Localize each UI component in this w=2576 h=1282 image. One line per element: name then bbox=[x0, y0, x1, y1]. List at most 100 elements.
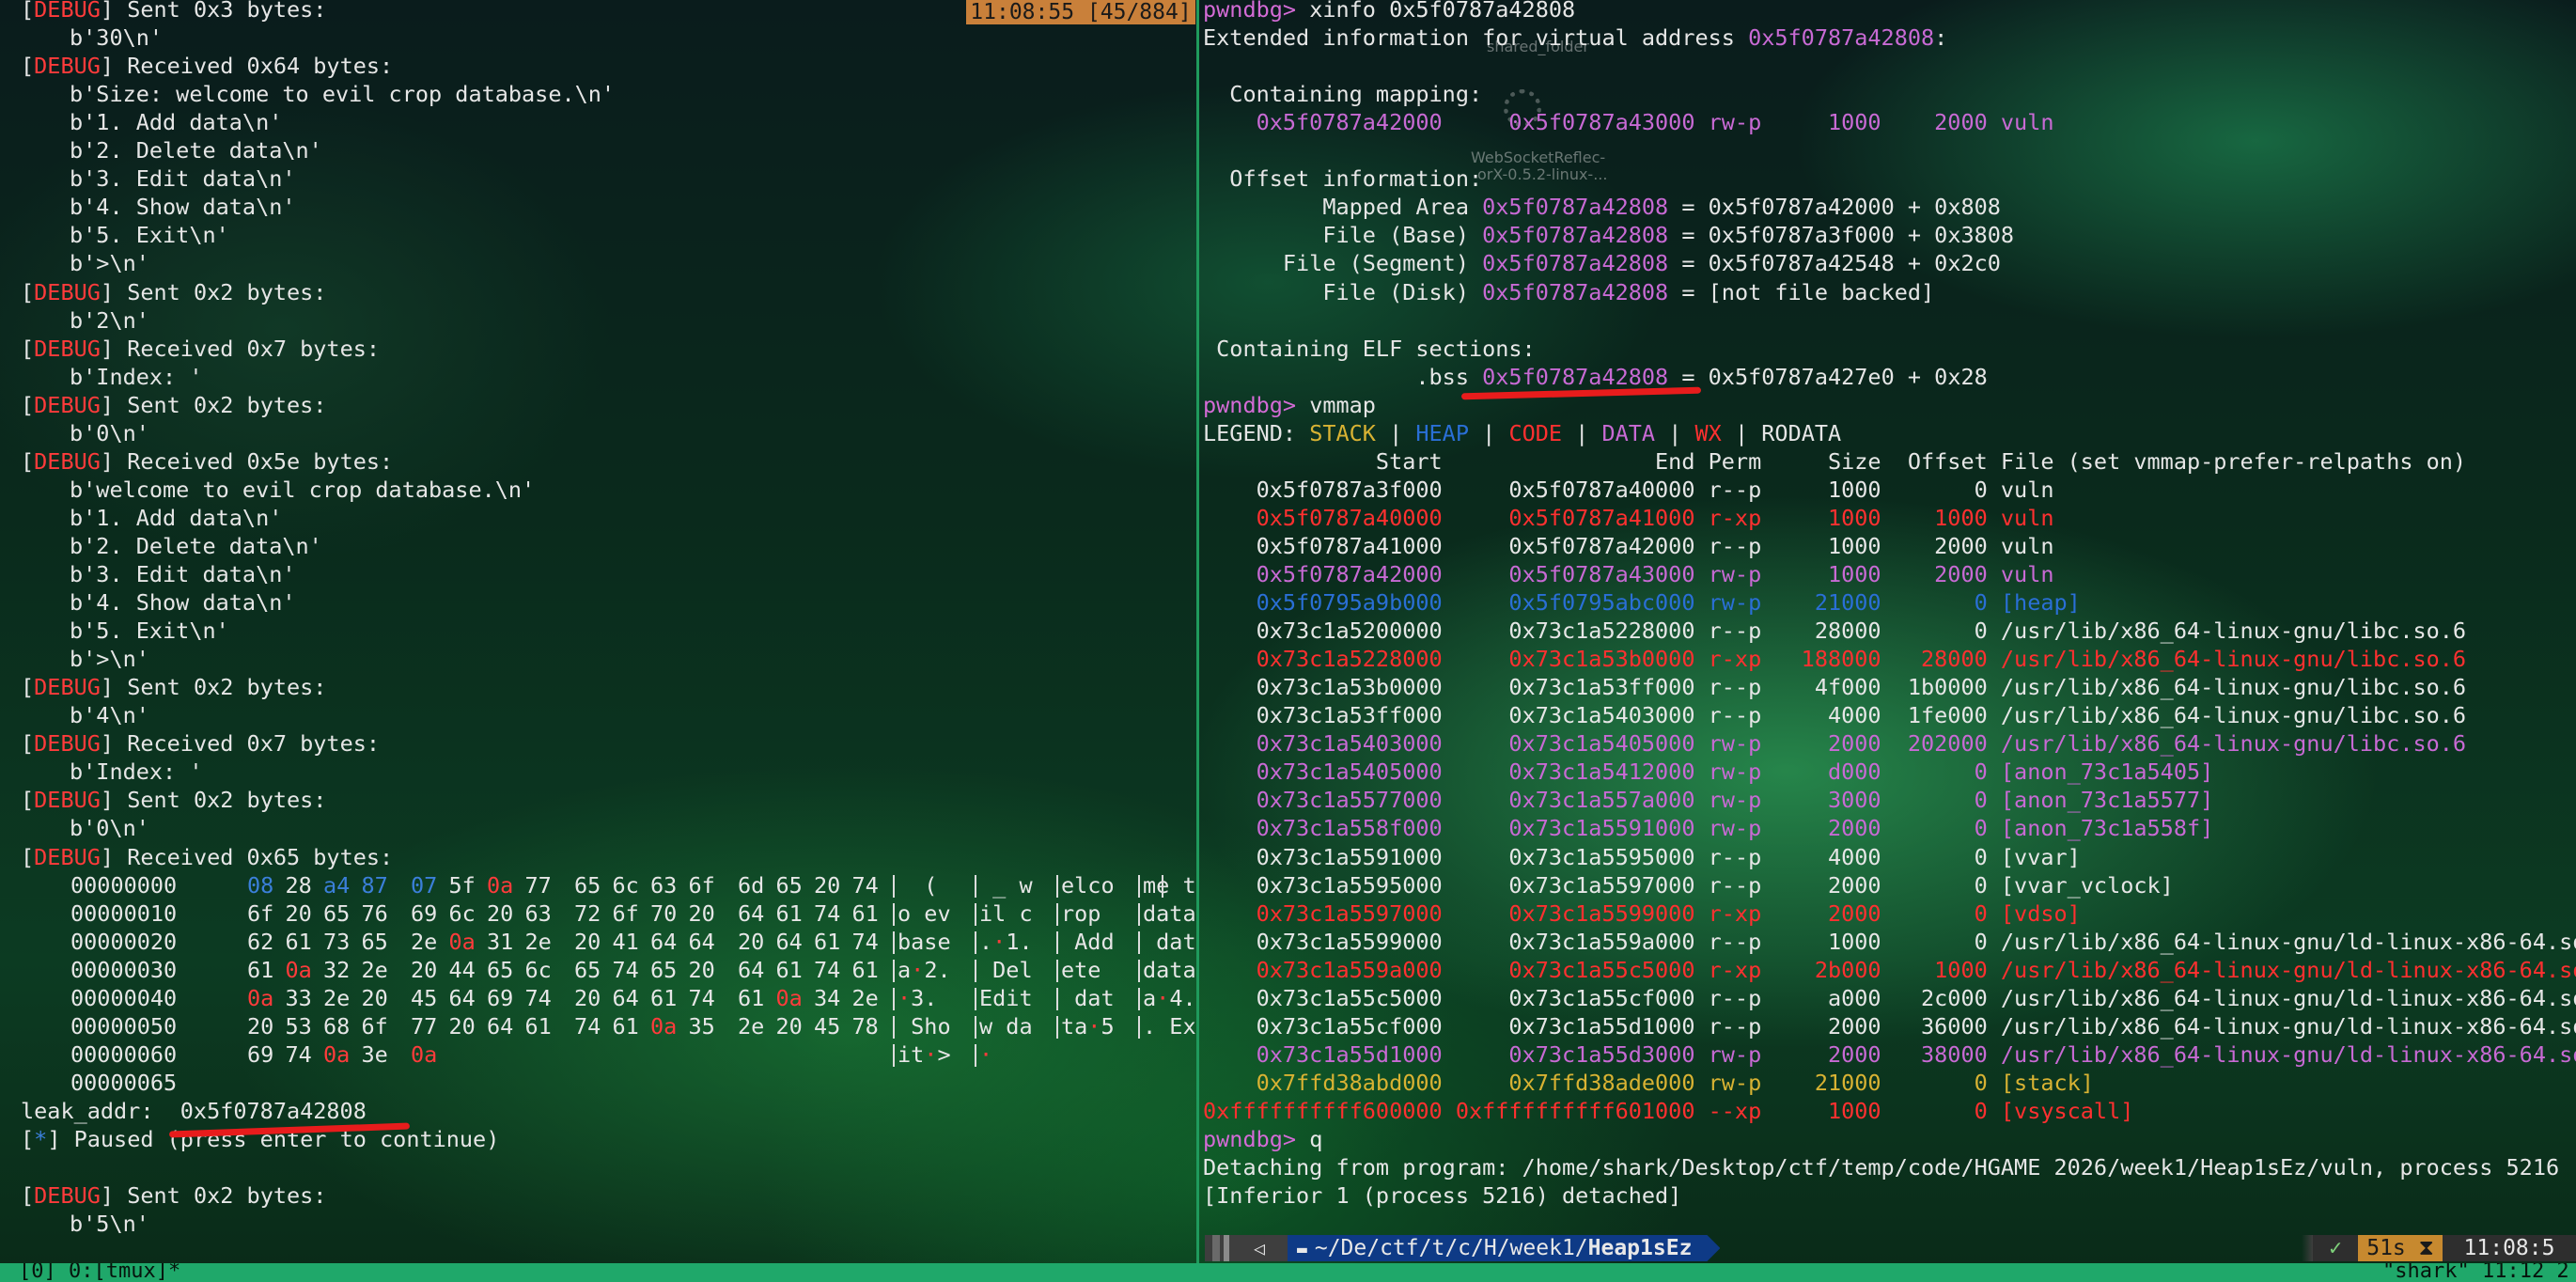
text-segment: vmmap bbox=[1309, 391, 1376, 418]
log-text: Sent 0x2 bytes: bbox=[114, 278, 327, 305]
ascii-chunk: . Ex bbox=[1143, 1012, 1195, 1040]
terminal-line: File (Base) 0x5f0787a42808 = 0x5f0787a3f… bbox=[1203, 221, 2014, 249]
ascii-separator bbox=[1056, 874, 1058, 898]
hexdump-offset: 00000060 bbox=[70, 1040, 178, 1068]
cwd-leaf: Heap1sEz bbox=[1587, 1236, 1693, 1260]
log-line: b'>\n' bbox=[21, 645, 149, 673]
ascii-chunk: ( bbox=[898, 871, 938, 899]
hexdump-ascii: a·4. bbox=[1143, 984, 1195, 1012]
hexdump-ascii: Sho bbox=[898, 1012, 950, 1040]
bracket: ] bbox=[100, 335, 115, 362]
vmmap-row: 0x5f0787a42000 0x5f0787a43000 rw-p 1000 … bbox=[1203, 561, 2054, 587]
ascii-chunk: · bbox=[1087, 1012, 1101, 1040]
ascii-separator bbox=[1056, 930, 1058, 954]
text-segment: Offset information: bbox=[1203, 165, 1483, 193]
tmux-window-list[interactable]: [0] 0:[tmux]* bbox=[19, 1263, 180, 1282]
log-line: [DEBUG] Received 0x64 bytes: bbox=[21, 52, 393, 80]
hexdump-byte: 62 bbox=[247, 928, 274, 955]
text-segment: 0x5f0787a42000 0x5f0787a43000 bbox=[1203, 109, 1709, 136]
hexdump-byte: 35 bbox=[688, 1012, 715, 1040]
hexdump-byte: 65 bbox=[775, 871, 803, 899]
ascii-chunk: 2. bbox=[924, 956, 951, 983]
log-line: b'welcome to evil crop database.\n' bbox=[21, 476, 535, 504]
text-segment: 0x5f0787a42808 bbox=[1482, 250, 1669, 277]
hexdump-ascii: dat bbox=[1061, 984, 1115, 1012]
bracket: [ bbox=[21, 335, 35, 362]
hexdump-ascii: · bbox=[979, 1040, 992, 1069]
vmmap-row: 0x73c1a559a000 0x73c1a55c5000 r-xp 2b000… bbox=[1203, 956, 2576, 983]
log-text: b'Index: ' bbox=[70, 758, 203, 786]
log-text: Received 0x7 bytes: bbox=[114, 335, 381, 362]
bracket: [ bbox=[21, 447, 35, 475]
ascii-chunk: me t bbox=[1143, 871, 1195, 899]
hexdump-byte: 0a bbox=[487, 871, 514, 899]
vmmap-row: 0x5f0787a41000 0x5f0787a42000 r--p 1000 … bbox=[1203, 532, 2054, 559]
hexdump-byte: 65 bbox=[361, 928, 388, 955]
text-segment: xinfo 0x5f0787a42808 bbox=[1309, 0, 1576, 23]
hexdump-byte: 69 bbox=[487, 984, 514, 1011]
hexdump-byte: 31 bbox=[487, 928, 514, 955]
hexdump-offset: 00000065 bbox=[70, 1069, 178, 1096]
text-segment: File (Base) bbox=[1203, 222, 1483, 249]
log-text: b'4. Show data\n' bbox=[70, 589, 296, 617]
hexdump-byte: 6c bbox=[524, 956, 552, 983]
terminal-line: pwndbg> vmmap bbox=[1203, 391, 1376, 419]
vmmap-row: 0x73c1a5200000 0x73c1a5228000 r--p 28000… bbox=[1203, 618, 2467, 645]
log-line: b'4\n' bbox=[21, 701, 149, 729]
pane-divider[interactable] bbox=[1196, 0, 1199, 1263]
terminal-pane-right[interactable]: pwndbg> xinfo 0x5f0787a42808 Extended inf… bbox=[1203, 0, 2576, 1263]
log-line: b'Index: ' bbox=[21, 363, 202, 391]
hexdump-byte: 28 bbox=[285, 871, 312, 899]
hexdump-ascii: it·> bbox=[898, 1040, 951, 1069]
hexdump-byte: 72 bbox=[574, 899, 601, 927]
terminal-line: Mapped Area 0x5f0787a42808 = 0x5f0787a42… bbox=[1203, 193, 2001, 221]
hexdump-byte: 20 bbox=[688, 899, 715, 927]
hexdump-ascii: me t bbox=[1143, 871, 1195, 899]
ascii-chunk: · bbox=[898, 984, 912, 1011]
pwndbg-prompt: pwndbg> bbox=[1203, 0, 1310, 23]
log-text: Sent 0x2 bytes: bbox=[114, 391, 327, 418]
log-text: b'>\n' bbox=[70, 646, 149, 673]
hexdump-ascii: ete bbox=[1061, 956, 1115, 984]
log-text: b'4\n' bbox=[70, 702, 149, 729]
vmmap-row: 0x73c1a5595000 0x73c1a5597000 r--p 2000 … bbox=[1203, 871, 2174, 899]
ascii-separator bbox=[975, 1015, 976, 1039]
hexdump-byte: 0a bbox=[411, 1040, 438, 1068]
ascii-chunk: . bbox=[979, 928, 993, 955]
success-check-icon: ✓ bbox=[2313, 1235, 2358, 1261]
hexdump-offset: 00000000 bbox=[70, 871, 178, 899]
hexdump-byte: a4 bbox=[323, 871, 351, 899]
vmmap-row: 0x5f0787a3f000 0x5f0787a40000 r--p 1000 … bbox=[1203, 476, 2054, 503]
hexdump-byte: 64 bbox=[738, 956, 765, 983]
log-text: b'0\n' bbox=[70, 419, 149, 446]
log-line: [DEBUG] Received 0x7 bytes: bbox=[21, 729, 380, 758]
bracket: ] bbox=[100, 447, 115, 475]
log-line: b'5\n' bbox=[21, 1210, 149, 1238]
terminal-line: [Inferior 1 (process 5216) detached] bbox=[1203, 1181, 1681, 1210]
terminal-pane-left[interactable]: 11:08:55 [45/884] [DEBUG] Sent 0x3 bytes… bbox=[0, 0, 1195, 1263]
log-line: [DEBUG] Sent 0x2 bytes: bbox=[21, 786, 326, 814]
log-text: b'5. Exit\n' bbox=[70, 222, 229, 249]
vmmap-row: 0x73c1a53b0000 0x73c1a53ff000 r--p 4f000… bbox=[1203, 674, 2467, 701]
ascii-chunk: · bbox=[992, 928, 1007, 955]
hexdump-byte: 76 bbox=[361, 899, 388, 927]
ascii-chunk: a bbox=[1143, 984, 1157, 1011]
hexdump-byte: 20 bbox=[448, 1012, 476, 1040]
text-segment: Containing mapping: bbox=[1203, 81, 1483, 108]
hexdump-byte: 74 bbox=[851, 871, 879, 899]
hexdump-byte: 6c bbox=[448, 899, 476, 927]
hexdump-byte: 5f bbox=[448, 871, 476, 899]
ascii-separator bbox=[975, 930, 976, 954]
prompt-right-status: ✓ 51s ⧗ 11:08:5 bbox=[2302, 1235, 2576, 1261]
text-segment: | bbox=[1655, 419, 1695, 446]
leak-addr-line: leak_addr: 0x5f0787a42808 bbox=[21, 1097, 367, 1124]
text-segment: : bbox=[1934, 24, 1948, 52]
ascii-chunk: dat bbox=[1061, 984, 1115, 1011]
bracket: [ bbox=[21, 787, 35, 814]
text-segment: [Inferior 1 (process 5216) detached] bbox=[1203, 1182, 1682, 1210]
command-duration: 51s ⧗ bbox=[2358, 1235, 2443, 1261]
ascii-chunk: · bbox=[979, 1040, 993, 1068]
ascii-chunk: ta bbox=[1061, 1012, 1088, 1040]
text-segment: LEGEND: bbox=[1203, 419, 1310, 446]
bracket: [ bbox=[21, 391, 35, 418]
